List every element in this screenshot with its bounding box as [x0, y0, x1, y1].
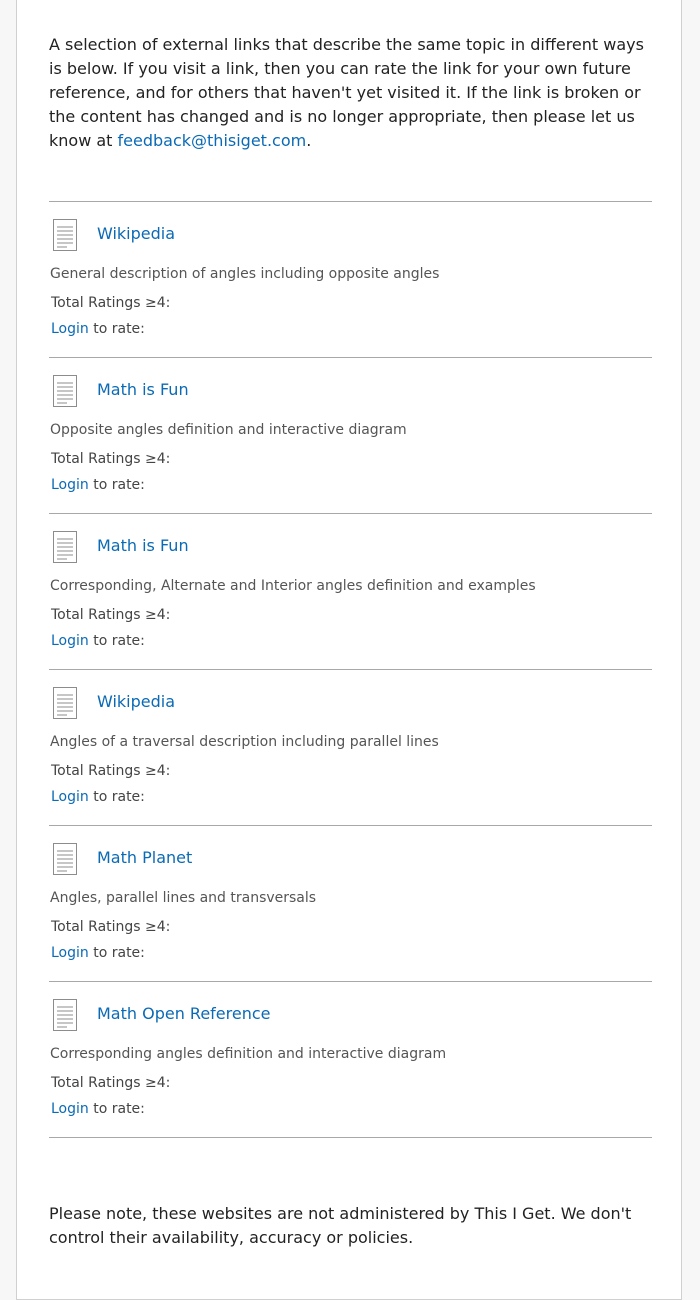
rate-suffix: to rate:: [88, 477, 145, 493]
rate-line: Login to rate:: [51, 943, 145, 963]
document-icon: [53, 687, 77, 719]
link-description: Corresponding angles definition and inte…: [50, 1046, 447, 1062]
rate-suffix: to rate:: [88, 789, 145, 805]
feedback-email-link[interactable]: feedback@thisiget.com: [118, 131, 307, 150]
intro-suffix: .: [306, 131, 312, 150]
login-link[interactable]: Login: [51, 477, 89, 493]
link-title[interactable]: Math is Fun: [97, 379, 189, 401]
total-ratings-label: Total Ratings ≥4:: [51, 607, 171, 623]
total-ratings-label: Total Ratings ≥4:: [51, 1075, 171, 1091]
total-ratings-label: Total Ratings ≥4:: [51, 763, 171, 779]
rate-line: Login to rate:: [51, 1099, 145, 1119]
rate-line: Login to rate:: [51, 475, 145, 495]
document-icon: [53, 375, 77, 407]
link-description: Opposite angles definition and interacti…: [50, 422, 407, 438]
total-ratings-label: Total Ratings ≥4:: [51, 451, 171, 467]
rate-suffix: to rate:: [88, 1101, 145, 1117]
rate-suffix: to rate:: [88, 321, 145, 337]
link-description: General description of angles including …: [50, 266, 440, 282]
rate-line: Login to rate:: [51, 319, 145, 339]
link-description: Corresponding, Alternate and Interior an…: [50, 578, 536, 594]
login-link[interactable]: Login: [51, 945, 89, 961]
link-title[interactable]: Math is Fun: [97, 535, 189, 557]
rate-line: Login to rate:: [51, 631, 145, 651]
document-icon: [53, 999, 77, 1031]
link-item: Math is Fun Opposite angles definition a…: [49, 358, 652, 514]
login-link[interactable]: Login: [51, 321, 89, 337]
content-card: A selection of external links that descr…: [16, 0, 682, 1300]
link-title[interactable]: Wikipedia: [97, 223, 175, 245]
rate-line: Login to rate:: [51, 787, 145, 807]
rate-suffix: to rate:: [88, 633, 145, 649]
link-item: Math is Fun Corresponding, Alternate and…: [49, 514, 652, 670]
external-links-list: Wikipedia General description of angles …: [49, 201, 652, 1138]
rate-suffix: to rate:: [88, 945, 145, 961]
link-description: Angles of a traversal description includ…: [50, 734, 439, 750]
document-icon: [53, 843, 77, 875]
link-item: Wikipedia General description of angles …: [49, 202, 652, 358]
link-description: Angles, parallel lines and transversals: [50, 890, 317, 906]
intro-paragraph: A selection of external links that descr…: [49, 33, 649, 153]
link-title[interactable]: Math Open Reference: [97, 1003, 271, 1025]
login-link[interactable]: Login: [51, 1101, 89, 1117]
link-item: Math Planet Angles, parallel lines and t…: [49, 826, 652, 982]
link-title[interactable]: Math Planet: [97, 847, 192, 869]
document-icon: [53, 531, 77, 563]
link-item: Wikipedia Angles of a traversal descript…: [49, 670, 652, 826]
footer-note: Please note, these websites are not admi…: [49, 1204, 632, 1247]
document-icon: [53, 219, 77, 251]
login-link[interactable]: Login: [51, 789, 89, 805]
total-ratings-label: Total Ratings ≥4:: [51, 295, 171, 311]
login-link[interactable]: Login: [51, 633, 89, 649]
total-ratings-label: Total Ratings ≥4:: [51, 919, 171, 935]
link-item: Math Open Reference Corresponding angles…: [49, 982, 652, 1138]
link-title[interactable]: Wikipedia: [97, 691, 175, 713]
